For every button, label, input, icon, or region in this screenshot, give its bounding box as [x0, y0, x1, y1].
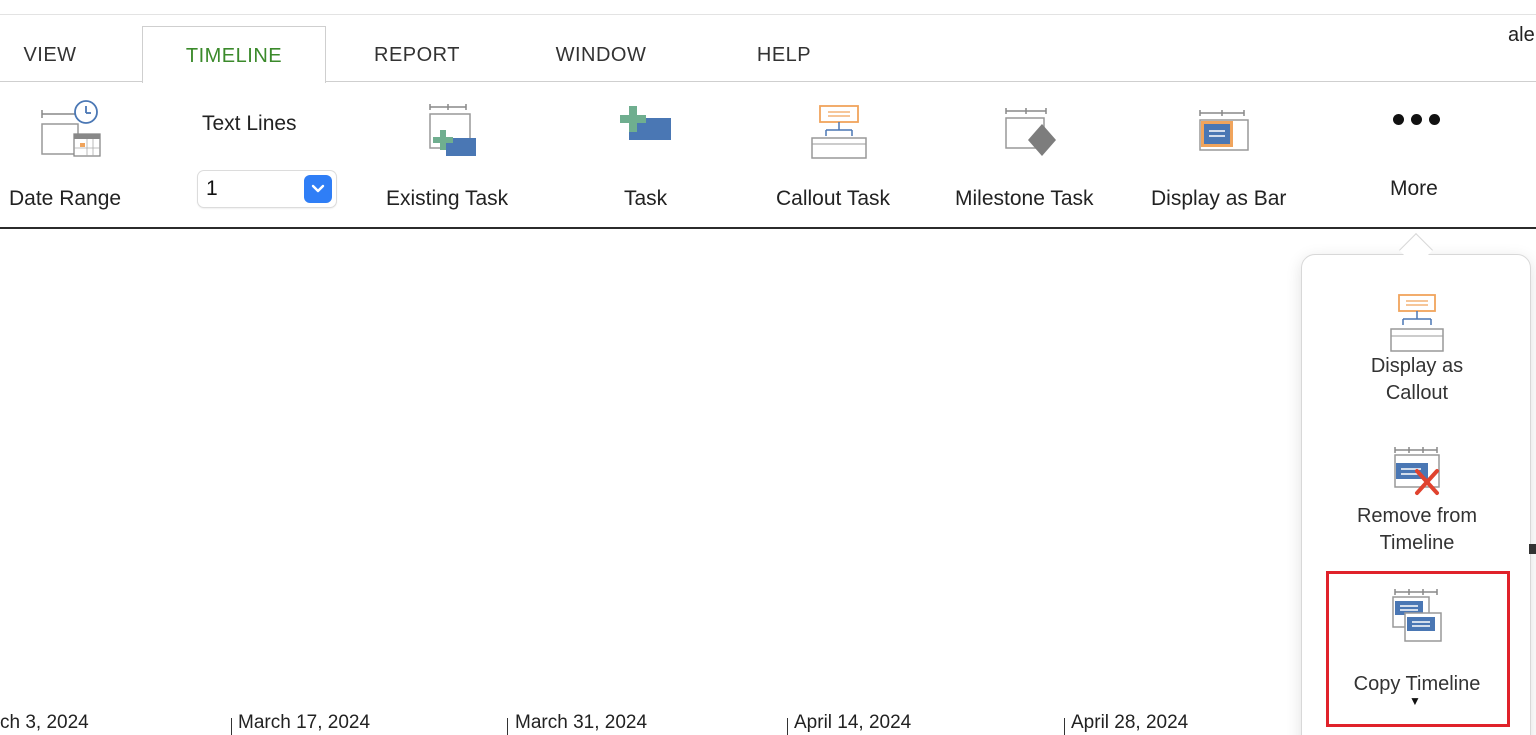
- tab-window[interactable]: WINDOW: [530, 26, 672, 82]
- task-button[interactable]: Task: [600, 82, 692, 228]
- tab-report[interactable]: REPORT: [356, 26, 478, 82]
- text-lines-select[interactable]: 1: [198, 171, 336, 207]
- more-button[interactable]: More: [1366, 82, 1466, 228]
- date-range-label: Date Range: [9, 187, 122, 210]
- remove-from-timeline-label-line1: Remove from: [1356, 505, 1478, 527]
- chevron-down-icon: [304, 175, 332, 203]
- tab-timeline[interactable]: TIMELINE: [142, 26, 326, 83]
- callout-task-button[interactable]: Callout Task: [770, 82, 908, 228]
- ribbon-bottom-divider: [0, 227, 1536, 229]
- existing-task-label: Existing Task: [386, 187, 509, 210]
- timeline-tick-4: [1064, 718, 1065, 735]
- user-name[interactable]: ale: [1508, 24, 1535, 47]
- task-label: Task: [624, 187, 668, 210]
- milestone-task-button[interactable]: Milestone Task: [948, 82, 1116, 228]
- callout-task-label: Callout Task: [776, 187, 891, 210]
- display-as-callout-label-line1: Display as: [1370, 355, 1464, 377]
- tab-help[interactable]: HELP: [734, 26, 834, 82]
- display-as-callout-item[interactable]: Display as Callout: [1302, 291, 1532, 407]
- more-label: More: [1390, 177, 1438, 200]
- remove-from-timeline-item[interactable]: Remove from Timeline: [1302, 441, 1532, 557]
- milestone-task-icon: [996, 96, 1066, 162]
- text-lines-value: 1: [206, 177, 218, 200]
- timeline-date-1: March 17, 2024: [238, 712, 371, 733]
- timeline-date-4: April 28, 2024: [1071, 712, 1189, 733]
- edge-fragment: [1529, 544, 1536, 554]
- remove-from-timeline-icon: [1387, 441, 1447, 503]
- date-range-button[interactable]: Date Range: [0, 82, 138, 228]
- callout-task-icon: [804, 96, 874, 162]
- app-window: VIEW TIMELINE REPORT WINDOW HELP ale Dat…: [0, 0, 1536, 735]
- task-icon: [611, 96, 681, 162]
- existing-task-icon: [418, 96, 488, 162]
- window-top-divider: [0, 14, 1536, 15]
- display-as-bar-icon: [1188, 96, 1258, 162]
- display-as-bar-button[interactable]: Display as Bar: [1144, 82, 1304, 228]
- timeline-date-2: March 31, 2024: [515, 712, 648, 733]
- date-range-icon: [36, 96, 106, 162]
- timeline-date-3: April 14, 2024: [794, 712, 912, 733]
- ellipsis-icon: [1381, 86, 1451, 152]
- caret-down-icon: ▼: [1409, 694, 1421, 708]
- text-lines-label: Text Lines: [202, 112, 297, 135]
- display-as-callout-label-line2: Callout: [1385, 382, 1449, 404]
- milestone-task-label: Milestone Task: [955, 187, 1094, 210]
- timeline-ribbon: Date Range Text Lines 1 Existing Task Ta…: [0, 82, 1536, 228]
- display-as-bar-label: Display as Bar: [1151, 187, 1287, 210]
- existing-task-button[interactable]: Existing Task: [378, 82, 530, 228]
- timeline-tick-1: [231, 718, 232, 735]
- timeline-tick-2: [507, 718, 508, 735]
- display-as-callout-icon: [1387, 291, 1447, 353]
- ribbon-tab-bar: VIEW TIMELINE REPORT WINDOW HELP: [0, 26, 1536, 83]
- timeline-tick-3: [787, 718, 788, 735]
- remove-from-timeline-label-line2: Timeline: [1379, 532, 1455, 554]
- tab-view[interactable]: VIEW: [0, 26, 100, 82]
- timeline-date-0: ch 3, 2024: [0, 712, 89, 733]
